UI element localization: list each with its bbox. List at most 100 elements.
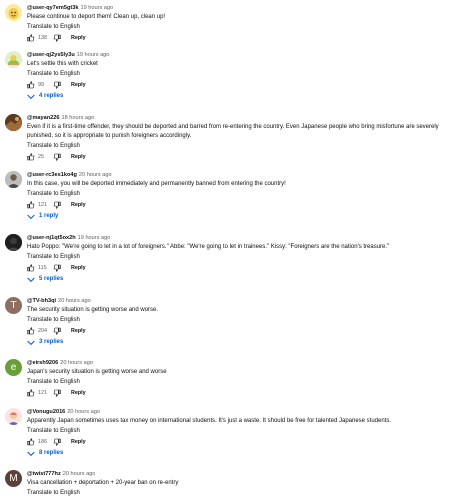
avatar[interactable] (5, 51, 22, 68)
thumbs-up-icon (27, 264, 35, 272)
thumbs-up-icon (27, 81, 35, 89)
comment-time[interactable]: 20 hours ago (67, 409, 100, 415)
comment-text: Hato Poppo: "We're going to let in a lot… (27, 244, 390, 250)
reply-button[interactable]: Reply (71, 390, 86, 396)
like-button[interactable]: 138 (27, 34, 47, 42)
avatar[interactable] (5, 234, 22, 251)
avatar[interactable]: M (5, 470, 22, 487)
translate-link[interactable]: Translate to English (27, 70, 465, 79)
dislike-button[interactable] (53, 327, 61, 335)
like-button[interactable]: 186 (27, 438, 47, 446)
comment-time[interactable]: 20 hours ago (63, 471, 96, 477)
view-replies-button[interactable]: 4 replies (27, 92, 465, 101)
reply-button[interactable]: Reply (71, 439, 86, 445)
comment-actions: 99 Reply (27, 80, 465, 90)
comment-author[interactable]: @Vonugu2016 (27, 409, 65, 415)
reply-button[interactable]: Reply (71, 265, 86, 271)
comment-time[interactable]: 19 hours ago (77, 52, 110, 58)
comment-author[interactable]: @mayan226 (27, 115, 60, 121)
avatar-letter: T (10, 300, 17, 311)
replies-count: 5 replies (39, 276, 64, 282)
avatar[interactable] (5, 408, 22, 425)
reply-button[interactable]: Reply (71, 35, 86, 41)
avatar-letter: e (10, 362, 17, 373)
like-count: 204 (38, 328, 47, 334)
comments-section: @user-qy7em5gt3k 19 hours ago Please cont… (0, 0, 469, 500)
view-replies-button[interactable]: 8 replies (27, 449, 465, 458)
comment-time[interactable]: 20 hours ago (58, 298, 91, 304)
yellow-cartoon-avatar-icon (5, 4, 22, 21)
translate-link[interactable]: Translate to English (27, 378, 465, 387)
reply-button[interactable]: Reply (71, 82, 86, 88)
comment-actions: 204 Reply (27, 326, 465, 336)
comment-text: Visa cancellation + deportation + 20-yea… (27, 480, 179, 486)
replies-count: 4 replies (39, 93, 64, 99)
comment-text: Let's settle this with cricket (27, 61, 98, 67)
like-count: 115 (38, 265, 47, 271)
reply-button[interactable]: Reply (71, 328, 86, 334)
like-count: 138 (38, 35, 47, 41)
like-button[interactable]: 99 (27, 81, 47, 89)
dislike-button[interactable] (53, 81, 61, 89)
translate-link[interactable]: Translate to English (27, 253, 465, 262)
like-button[interactable]: 204 (27, 327, 47, 335)
comment-author[interactable]: @eirsh9206 (27, 360, 58, 366)
view-replies-button[interactable]: 3 replies (27, 338, 465, 347)
thumbs-up-icon (27, 438, 35, 446)
comment-author[interactable]: @user-qy7em5gt3k (27, 5, 78, 11)
comment-time[interactable]: 20 hours ago (60, 360, 93, 366)
comment-time[interactable]: 19 hours ago (78, 235, 111, 241)
comment-author[interactable]: @user-qj2ys5ly3u (27, 52, 75, 58)
like-button[interactable]: 121 (27, 389, 47, 397)
comment-time[interactable]: 19 hours ago (80, 5, 113, 11)
like-count: 25 (38, 154, 44, 160)
translate-link[interactable]: Translate to English (27, 427, 465, 436)
photo-avatar-icon (5, 234, 22, 251)
translate-link[interactable]: Translate to English (27, 190, 465, 199)
photo-avatar-icon (5, 114, 22, 131)
avatar[interactable] (5, 4, 22, 21)
chevron-down-icon (27, 451, 35, 456)
photo-avatar-icon (5, 171, 22, 188)
avatar[interactable] (5, 114, 22, 131)
comment-actions: 186 Reply (27, 437, 465, 447)
dislike-button[interactable] (53, 34, 61, 42)
dislike-button[interactable] (53, 201, 61, 209)
avatar[interactable] (5, 171, 22, 188)
dislike-button[interactable] (53, 438, 61, 446)
replies-count: 3 replies (39, 339, 64, 345)
comment-author[interactable]: @TV-bh3qi (27, 298, 56, 304)
comment-actions: 121 Reply (27, 388, 465, 398)
comment-actions: 121 Reply (27, 200, 465, 210)
reply-button[interactable]: Reply (71, 154, 86, 160)
like-button[interactable]: 25 (27, 153, 47, 161)
comment-author[interactable]: @user-nj1qt5ox2h (27, 235, 76, 241)
translate-link[interactable]: Translate to English (27, 23, 465, 32)
avatar[interactable]: T (5, 297, 22, 314)
reply-button[interactable]: Reply (71, 202, 86, 208)
thumbs-down-icon (53, 264, 61, 272)
translate-link[interactable]: Translate to English (27, 489, 465, 498)
thumbs-down-icon (53, 81, 61, 89)
view-replies-button[interactable]: 5 replies (27, 275, 465, 284)
replies-count: 8 replies (39, 450, 64, 456)
comment-time[interactable]: 18 hours ago (62, 115, 95, 121)
like-count: 121 (38, 390, 47, 396)
like-button[interactable]: 121 (27, 201, 47, 209)
like-count: 99 (38, 82, 44, 88)
translate-link[interactable]: Translate to English (27, 316, 465, 325)
thumbs-up-icon (27, 34, 35, 42)
view-replies-button[interactable]: 1 reply (27, 212, 465, 221)
dislike-button[interactable] (53, 264, 61, 272)
dislike-button[interactable] (53, 153, 61, 161)
comment-time[interactable]: 20 hours ago (79, 172, 112, 178)
cartoon-avatar-icon (5, 51, 22, 68)
chevron-down-icon (27, 340, 35, 345)
dislike-button[interactable] (53, 389, 61, 397)
comment-text: Even if it is a first-time offender, the… (27, 124, 439, 139)
comment-author[interactable]: @twist777hz (27, 471, 61, 477)
avatar[interactable]: e (5, 359, 22, 376)
comment-author[interactable]: @user-rc3es1ko4g (27, 172, 77, 178)
like-button[interactable]: 115 (27, 264, 47, 272)
translate-link[interactable]: Translate to English (27, 142, 465, 151)
